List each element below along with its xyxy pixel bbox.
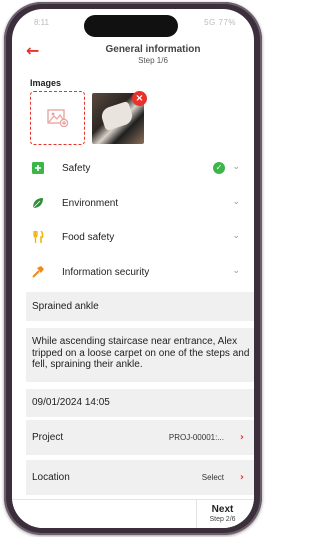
chevron-down-icon[interactable]: ⌄ <box>232 197 240 207</box>
add-image-icon <box>46 109 68 127</box>
chevron-down-icon[interactable]: ⌄ <box>232 266 240 276</box>
location-label: Location <box>32 472 70 483</box>
category-label: Environment <box>62 197 119 209</box>
category-item-food-safety[interactable]: Food safety ⌄ <box>12 221 254 256</box>
project-selector[interactable]: Project PROJ-00001:... › <box>26 420 254 455</box>
category-item-environment[interactable]: Environment ⌄ <box>12 187 254 222</box>
chevron-down-icon[interactable]: ⌄ <box>232 162 240 172</box>
thumbnail-photo <box>99 100 135 132</box>
category-label: Safety <box>62 163 91 174</box>
images-section-label: Images <box>30 78 62 88</box>
hammer-icon <box>32 265 44 278</box>
phone-frame: 8:11 5G 77% ← General information Step 1… <box>4 2 262 535</box>
chevron-right-icon: › <box>250 508 254 519</box>
category-label: Information security <box>62 266 150 278</box>
status-time: 8:11 <box>34 18 49 27</box>
category-item-safety[interactable]: Safety ✓ ⌄ <box>12 152 254 187</box>
add-image-button[interactable] <box>30 91 85 145</box>
page-title: General information <box>105 44 201 55</box>
location-selector[interactable]: Location Select › <box>26 460 254 495</box>
location-value: Select <box>201 473 224 482</box>
category-label: Food safety <box>62 232 115 243</box>
title-field[interactable]: Sprained ankle <box>26 292 254 321</box>
chevron-down-icon[interactable]: ⌄ <box>232 231 240 241</box>
category-list: Safety ✓ ⌄ Environment ⌄ Food safety ⌄ I… <box>12 152 254 290</box>
project-value: PROJ-00001:... <box>168 433 224 442</box>
next-label: Next <box>211 504 234 515</box>
check-circle-icon: ✓ <box>213 162 225 174</box>
step-indicator: Step 1/6 <box>138 56 168 65</box>
datetime-field[interactable]: 09/01/2024 14:05 <box>26 389 254 417</box>
header: ← General information Step 1/6 <box>12 37 254 71</box>
leaf-icon <box>32 197 43 208</box>
footer-bar: Next Step 2/6 › <box>12 499 254 528</box>
dynamic-island <box>84 15 178 37</box>
next-step-label: Step 2/6 <box>209 516 236 523</box>
app-screen: 8:11 5G 77% ← General information Step 1… <box>12 9 254 528</box>
plus-square-icon <box>32 162 44 174</box>
chevron-right-icon: › <box>239 432 244 443</box>
cutlery-icon <box>33 231 44 243</box>
description-field[interactable]: While ascending staircase near entrance,… <box>26 328 254 382</box>
next-button[interactable]: Next Step 2/6 › <box>196 499 254 528</box>
category-item-information-security[interactable]: Information security ⌄ <box>12 256 254 291</box>
status-indicators: 5G 77% <box>204 18 236 27</box>
chevron-right-icon: › <box>239 472 244 483</box>
remove-image-icon[interactable]: × <box>132 91 147 106</box>
project-label: Project <box>32 432 64 443</box>
